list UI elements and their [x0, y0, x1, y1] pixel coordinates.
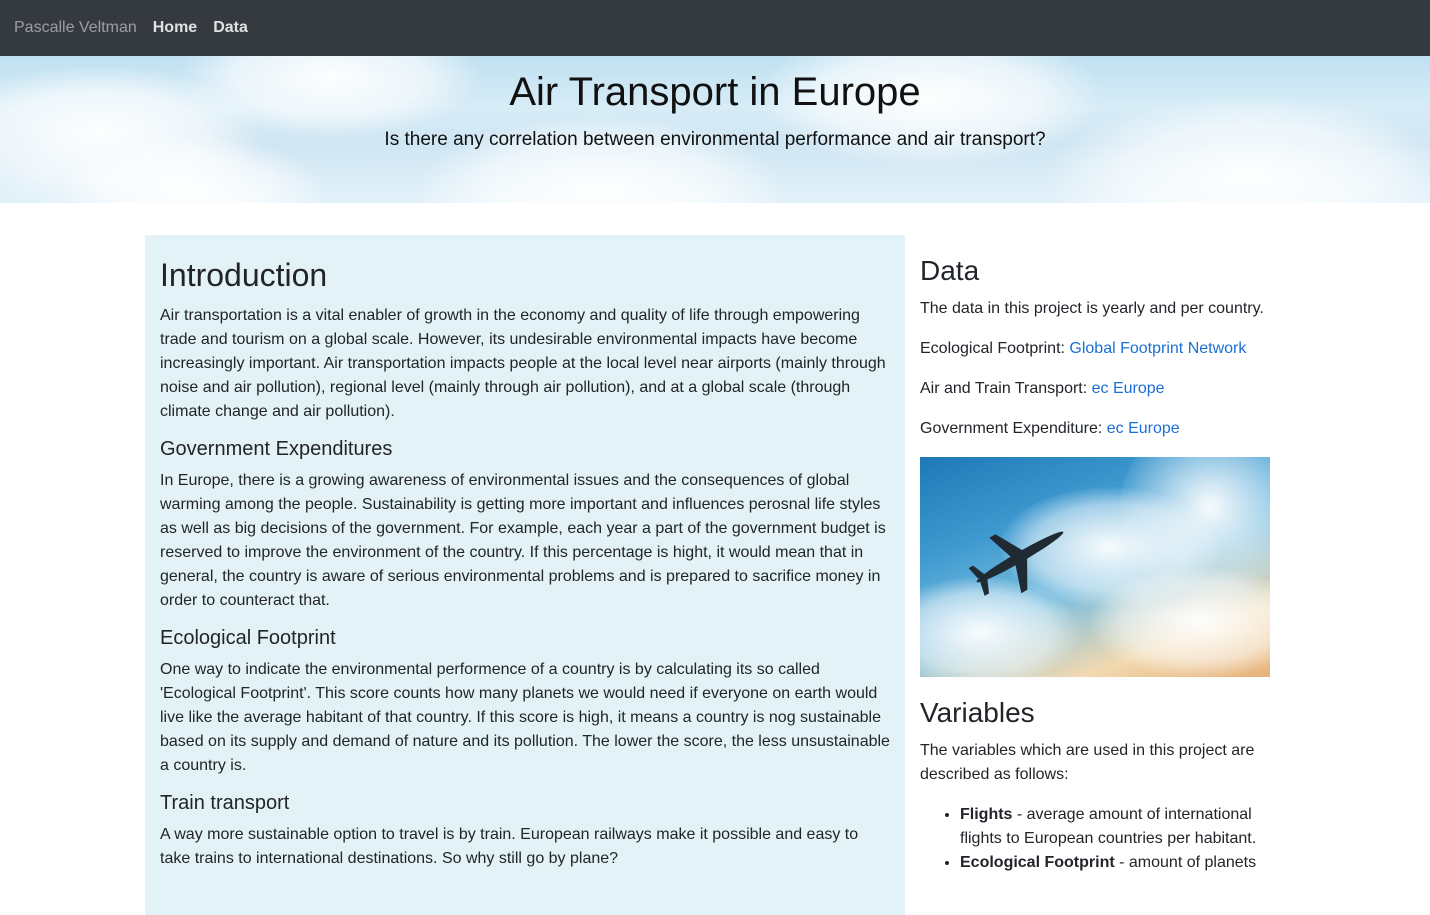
main-column: Introduction Air transportation is a vit…	[145, 235, 905, 915]
intro-text: Air transportation is a vital enabler of…	[160, 307, 886, 420]
airplane-icon	[968, 531, 1064, 596]
source-label: Ecological Footprint:	[920, 340, 1070, 357]
train-heading: Train transport	[160, 792, 290, 814]
source-transport: Air and Train Transport: ec Europe	[920, 377, 1270, 401]
source-link-ec-europe-transport[interactable]: ec Europe	[1092, 380, 1165, 397]
sidebar: Data The data in this project is yearly …	[905, 235, 1285, 915]
data-heading: Data	[920, 255, 980, 286]
airplane-image	[920, 457, 1270, 677]
source-government: Government Expenditure: ec Europe	[920, 417, 1270, 441]
variable-desc: - amount of planets	[1114, 854, 1257, 871]
source-link-ec-europe-government[interactable]: ec Europe	[1107, 420, 1180, 437]
page-subtitle: Is there any correlation between environ…	[384, 129, 1046, 150]
page-title: Air Transport in Europe	[509, 70, 921, 114]
variables-list: Flights - average amount of internationa…	[920, 803, 1270, 875]
intro-heading: Introduction	[160, 257, 328, 293]
eco-heading: Ecological Footprint	[160, 627, 336, 649]
variable-term: Ecological Footprint	[960, 854, 1115, 871]
gov-text: In Europe, there is a growing awareness …	[160, 472, 886, 609]
list-item: Ecological Footprint - amount of planets	[960, 851, 1270, 875]
content-container: Introduction Air transportation is a vit…	[145, 235, 1285, 915]
navbar: Pascalle Veltman Home Data	[0, 0, 1430, 56]
train-text: A way more sustainable option to travel …	[160, 826, 859, 867]
source-label: Government Expenditure:	[920, 420, 1107, 437]
gov-heading: Government Expenditures	[160, 438, 393, 460]
hero-banner: Air Transport in Europe Is there any cor…	[0, 56, 1430, 203]
list-item: Flights - average amount of internationa…	[960, 803, 1270, 851]
data-text: The data in this project is yearly and p…	[920, 300, 1264, 317]
variables-text: The variables which are used in this pro…	[920, 742, 1255, 783]
source-label: Air and Train Transport:	[920, 380, 1092, 397]
eco-text: One way to indicate the environmental pe…	[160, 661, 890, 774]
source-link-global-footprint[interactable]: Global Footprint Network	[1069, 340, 1246, 357]
variable-term: Flights	[960, 806, 1013, 823]
nav-link-home[interactable]: Home	[153, 19, 197, 37]
variables-heading: Variables	[920, 697, 1035, 728]
brand-link[interactable]: Pascalle Veltman	[14, 19, 137, 37]
source-ecological: Ecological Footprint: Global Footprint N…	[920, 337, 1270, 361]
nav-link-data[interactable]: Data	[213, 19, 248, 37]
